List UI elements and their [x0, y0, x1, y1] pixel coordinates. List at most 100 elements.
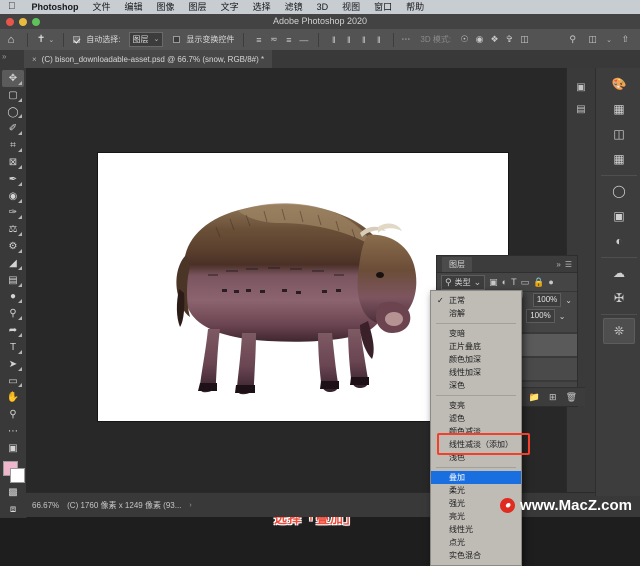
align-top-icon[interactable]: ‖ — [327, 33, 340, 46]
blend-mode-option-color-burn[interactable]: 颜色加深 — [431, 353, 521, 366]
blend-mode-option-lighten[interactable]: 变亮 — [431, 399, 521, 412]
auto-select-checkbox[interactable] — [73, 36, 81, 43]
document-tab[interactable]: × (C) bison_downloadable-asset.psd @ 66.… — [24, 50, 273, 68]
menu-item-layer[interactable]: 图层 — [182, 0, 214, 14]
pixel-filter-icon[interactable]: ▣ — [489, 277, 498, 288]
background-color-swatch[interactable] — [10, 467, 25, 483]
workspace-icon[interactable]: ◫ — [586, 33, 599, 46]
layers-panel-tab[interactable]: 图层 — [442, 256, 472, 272]
pan-3d-icon[interactable]: ❖ — [488, 33, 501, 46]
slide-3d-icon[interactable]: ✞ — [503, 33, 516, 46]
menu-item-type[interactable]: 文字 — [214, 0, 246, 14]
close-icon[interactable]: × — [32, 55, 37, 64]
distribute-v-icon[interactable]: ‖ — [372, 33, 385, 46]
delete-layer-icon[interactable]: 🗑 — [566, 392, 577, 403]
menu-item-view[interactable]: 视图 — [335, 0, 367, 14]
orbit-3d-icon[interactable]: ☉ — [458, 33, 471, 46]
show-transform-checkbox[interactable] — [173, 36, 181, 43]
adjustment-layer-icon[interactable]: ◐ — [604, 229, 634, 253]
panel-menu-icon[interactable]: ☰ — [565, 260, 572, 269]
blend-mode-option-linear-burn[interactable]: 线性加深 — [431, 366, 521, 379]
tool-eraser[interactable]: ◢ — [2, 255, 24, 272]
gradients-icon[interactable]: ◫ — [604, 122, 634, 146]
type-filter-icon[interactable]: T — [511, 277, 517, 287]
tool-lasso[interactable]: ◯ — [2, 104, 24, 121]
camera-3d-icon[interactable]: ◫ — [518, 33, 531, 46]
quick-mask-icon[interactable]: ▩ — [2, 484, 24, 501]
menu-item-select[interactable]: 选择 — [246, 0, 278, 14]
tool-marquee[interactable]: ▢ — [2, 87, 24, 104]
show-transform-option[interactable]: 显示变换控件 — [169, 34, 238, 45]
blend-mode-option-screen[interactable]: 滤色 — [431, 412, 521, 425]
layer-filter-dropdown[interactable]: ⚲ 类型 ⌄ — [441, 274, 486, 290]
chevron-down-icon[interactable]: ⌄ — [474, 277, 482, 288]
tool-gradient[interactable]: ▤ — [2, 272, 24, 289]
roll-3d-icon[interactable]: ◉ — [473, 33, 486, 46]
default-colors-icon[interactable]: ▣ — [2, 440, 24, 457]
blend-mode-option-pin-light[interactable]: 点光 — [431, 536, 521, 549]
menu-item-3d[interactable]: 3D — [310, 0, 336, 14]
home-icon[interactable]: ⌂ — [0, 34, 22, 46]
tool-zoom[interactable]: ⚲ — [2, 406, 24, 423]
patterns-icon[interactable]: ▦ — [604, 147, 634, 171]
menu-item-file[interactable]: 文件 — [86, 0, 118, 14]
blend-mode-option-overlay[interactable]: 叠加 — [431, 471, 521, 484]
align-right-icon[interactable]: ≡ — [282, 33, 295, 46]
blend-mode-option-hard-mix[interactable]: 实色混合 — [431, 549, 521, 562]
share-icon[interactable]: ⇧ — [619, 33, 632, 46]
auto-select-scope-dropdown[interactable]: 图层 ⌄ — [128, 32, 164, 47]
color-palette-icon[interactable]: 🎨 — [604, 72, 634, 96]
edit-toolbar-icon[interactable]: ⋯ — [2, 423, 24, 440]
menu-item-window[interactable]: 窗口 — [367, 0, 399, 14]
tool-healing-brush[interactable]: ◉ — [2, 188, 24, 205]
chevron-down-icon[interactable]: ⌄ — [559, 312, 566, 321]
auto-select-option[interactable]: 自动选择: — [69, 34, 124, 45]
menu-item-image[interactable]: 图像 — [150, 0, 182, 14]
chevron-down-icon[interactable]: ⌄ — [48, 36, 54, 44]
histogram-icon[interactable]: ☁ — [604, 261, 634, 285]
color-swatches[interactable] — [2, 460, 25, 483]
blend-mode-option-dissolve[interactable]: 溶解 — [431, 307, 521, 320]
paths-icon[interactable]: ✠ — [604, 286, 634, 310]
new-group-icon[interactable]: 📁 — [529, 392, 540, 403]
blend-mode-option-linear-light[interactable]: 线性光 — [431, 523, 521, 536]
chevron-down-icon[interactable]: ⌄ — [565, 296, 572, 305]
tool-rectangle[interactable]: ▭ — [2, 373, 24, 390]
menu-item-filter[interactable]: 滤镜 — [278, 0, 310, 14]
blend-mode-option-normal[interactable]: ✓ 正常 — [431, 294, 521, 307]
panel-expand-icon[interactable]: » — [2, 52, 6, 61]
tool-dodge[interactable]: ⚲ — [2, 305, 24, 322]
adjustment-filter-icon[interactable]: ◐ — [502, 277, 507, 287]
align-center-v-icon[interactable]: ‖ — [342, 33, 355, 46]
distribute-h-icon[interactable]: — — [297, 33, 310, 46]
tool-blur[interactable]: ● — [2, 289, 24, 306]
align-bottom-icon[interactable]: ‖ — [357, 33, 370, 46]
align-left-icon[interactable]: ≡ — [252, 33, 265, 46]
align-center-h-icon[interactable]: ≂ — [267, 33, 280, 46]
chevron-down-icon[interactable]: ⌄ — [606, 36, 612, 44]
fill-value[interactable]: 100% — [526, 309, 555, 323]
menu-item-edit[interactable]: 编辑 — [118, 0, 150, 14]
menu-item-photoshop[interactable]: Photoshop — [25, 0, 86, 14]
tool-hand[interactable]: ✋ — [2, 389, 24, 406]
blend-mode-option-multiply[interactable]: 正片叠底 — [431, 340, 521, 353]
blend-mode-option-soft-light[interactable]: 柔光 — [431, 484, 521, 497]
active-tool-indicator[interactable]: ✝ ⌄ — [33, 34, 58, 45]
swatches-icon[interactable]: ▦ — [604, 97, 634, 121]
screen-mode-icon[interactable]: ⧈ — [2, 501, 24, 518]
properties-icon[interactable]: ▤ — [567, 98, 595, 120]
adjustments-icon[interactable]: ◯ — [604, 179, 634, 203]
blend-mode-option-darken[interactable]: 变暗 — [431, 327, 521, 340]
tool-history-brush[interactable]: ⚙ — [2, 238, 24, 255]
opacity-value[interactable]: 100% — [532, 293, 562, 307]
apple-icon[interactable]:  — [0, 2, 25, 12]
layers-icon[interactable]: ❊ — [603, 318, 635, 344]
search-icon[interactable]: ⚲ — [566, 33, 579, 46]
tool-clone-stamp[interactable]: ⚖ — [2, 221, 24, 238]
chevron-down-icon[interactable]: ⌄ — [154, 34, 160, 46]
tool-pen[interactable]: ➦ — [2, 322, 24, 339]
shape-filter-icon[interactable]: ▭ — [521, 277, 530, 288]
more-options-icon[interactable]: ⋯ — [399, 33, 412, 46]
tool-quick-selection[interactable]: ✐ — [2, 120, 24, 137]
styles-icon[interactable]: ▣ — [604, 204, 634, 228]
